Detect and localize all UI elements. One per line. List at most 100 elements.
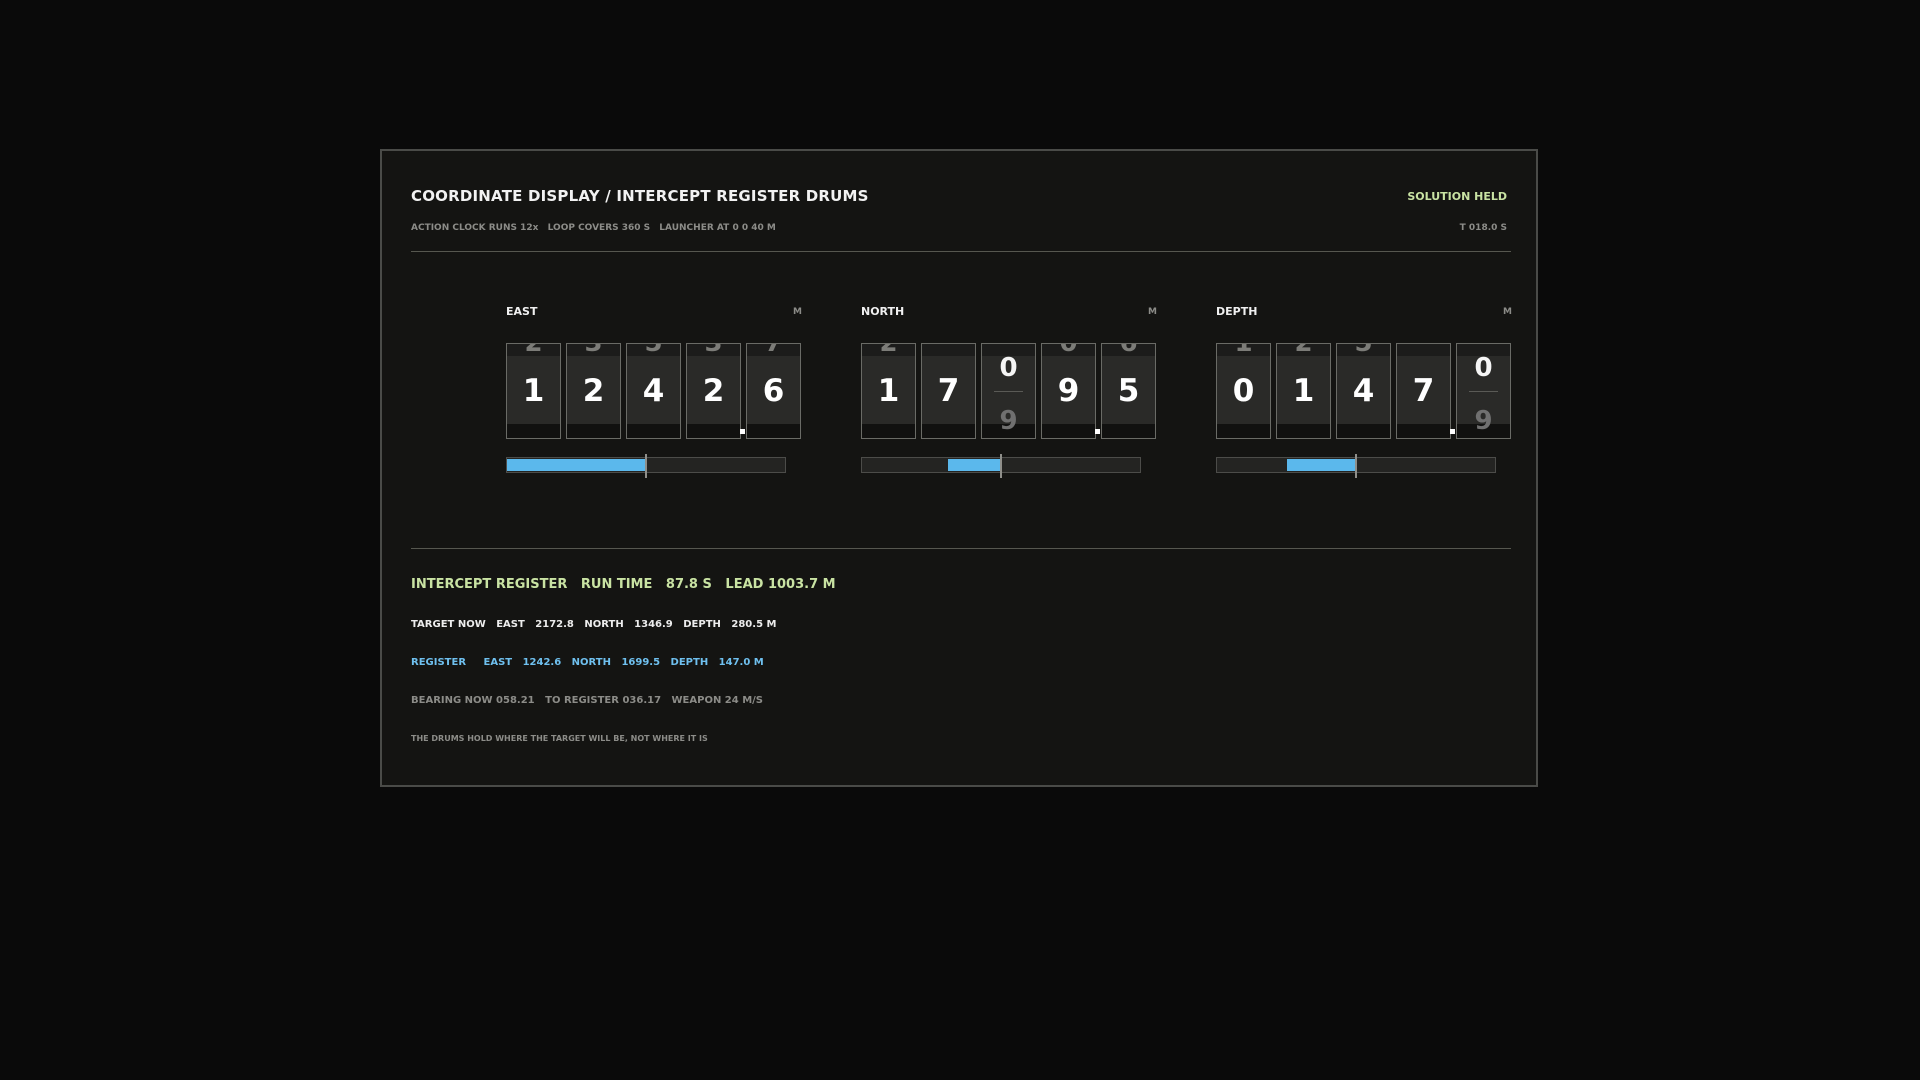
drum-digit: 0 bbox=[1232, 373, 1255, 409]
digit-drum: 32 bbox=[686, 343, 741, 439]
drum-prev-digit: 1 bbox=[1234, 343, 1253, 358]
range-bar bbox=[1216, 454, 1496, 478]
drum-digit: 5 bbox=[1117, 373, 1140, 409]
digit-drum: 09 bbox=[1041, 343, 1096, 439]
drum-carry-dot bbox=[1095, 429, 1100, 434]
axis-unit: M bbox=[793, 307, 802, 317]
digit-drum: 54 bbox=[1336, 343, 1391, 439]
range-marker bbox=[1000, 454, 1002, 478]
digit-drum: 09 bbox=[981, 343, 1036, 439]
drum-digit: 4 bbox=[1352, 373, 1375, 409]
loop-length: LOOP COVERS 360 S bbox=[547, 223, 651, 233]
range-marker bbox=[645, 454, 647, 478]
drum-prev-digit: 2 bbox=[879, 343, 898, 358]
drum-shadow bbox=[1277, 424, 1330, 438]
drum-digit: 2 bbox=[702, 373, 725, 409]
drum-carry-dot bbox=[740, 429, 745, 434]
range-bar bbox=[861, 454, 1141, 478]
north-label: NORTH bbox=[584, 619, 624, 630]
range-fill bbox=[507, 459, 646, 471]
north-label: NORTH bbox=[571, 657, 611, 668]
drum-prev-digit: 5 bbox=[1354, 343, 1373, 358]
drum-prev-digit: 3 bbox=[704, 343, 723, 358]
drum-seam bbox=[994, 391, 1023, 392]
drum-shadow bbox=[747, 424, 800, 438]
digit-drum: 7 bbox=[1396, 343, 1451, 439]
axis-depth: DEPTH M 102154709 bbox=[1216, 305, 1512, 495]
axis-label: DEPTH bbox=[1216, 305, 1258, 318]
drum-digit: 0 bbox=[999, 353, 1018, 383]
depth-label: DEPTH bbox=[683, 619, 721, 630]
east-value: 1242.6 bbox=[522, 657, 562, 668]
drum-next-digit: 9 bbox=[1474, 406, 1493, 436]
drum-shadow bbox=[1042, 424, 1095, 438]
east-value: 2172.8 bbox=[535, 619, 574, 630]
drum-shadow bbox=[627, 424, 680, 438]
digit-drum: 7 bbox=[921, 343, 976, 439]
clock-settings-line: ACTION CLOCK RUNS 12x LOOP COVERS 360 S … bbox=[411, 223, 782, 233]
launcher-position: LAUNCHER AT 0 0 40 M bbox=[659, 223, 776, 233]
bearing-now: BEARING NOW 058.21 bbox=[411, 695, 535, 706]
depth-value: 147.0 M bbox=[718, 657, 764, 668]
drum-digit: 7 bbox=[1412, 373, 1435, 409]
drum-prev-digit: 6 bbox=[1119, 343, 1138, 358]
axis-label: NORTH bbox=[861, 305, 905, 318]
drum-digit: 6 bbox=[762, 373, 785, 409]
range-bar bbox=[506, 454, 786, 478]
drum-shadow bbox=[1217, 424, 1270, 438]
digit-drum: 10 bbox=[1216, 343, 1271, 439]
run-time-label: RUN TIME bbox=[580, 577, 653, 592]
divider bbox=[411, 251, 1511, 252]
bearing-to-register: TO REGISTER 036.17 bbox=[545, 695, 662, 706]
drum-digit: 7 bbox=[937, 373, 960, 409]
coordinate-display-panel: COORDINATE DISPLAY / INTERCEPT REGISTER … bbox=[380, 149, 1538, 787]
axis-unit: M bbox=[1148, 307, 1157, 317]
page-title: COORDINATE DISPLAY / INTERCEPT REGISTER … bbox=[411, 187, 869, 205]
drum-shadow bbox=[1102, 424, 1155, 438]
intercept-register-line: INTERCEPT REGISTER RUN TIME 87.8 S LEAD … bbox=[411, 577, 845, 592]
drum-digit: 2 bbox=[582, 373, 605, 409]
east-label: EAST bbox=[496, 619, 525, 630]
digit-drum: 76 bbox=[746, 343, 801, 439]
digit-drum: 21 bbox=[506, 343, 561, 439]
drum-shadow bbox=[687, 424, 740, 438]
drum-seam bbox=[1469, 391, 1498, 392]
weapon-speed: WEAPON 24 M/S bbox=[671, 695, 763, 706]
axis-north: NORTH M 217090965 bbox=[861, 305, 1157, 495]
drum-digit: 9 bbox=[1057, 373, 1080, 409]
drum-shadow bbox=[922, 424, 975, 438]
drum-shadow bbox=[507, 424, 560, 438]
target-now-label: TARGET NOW bbox=[411, 619, 486, 630]
drum-prev-digit: 2 bbox=[524, 343, 543, 358]
drum-digit: 1 bbox=[1292, 373, 1315, 409]
drum-shadow bbox=[1397, 424, 1450, 438]
drum-next-digit: 9 bbox=[999, 406, 1018, 436]
clock-rate: ACTION CLOCK RUNS 12x bbox=[411, 223, 539, 233]
drum-prev-digit: 0 bbox=[1059, 343, 1078, 358]
time-readout: T 018.0 S bbox=[1459, 223, 1507, 233]
drum-shadow bbox=[1337, 424, 1390, 438]
drum-digit: 1 bbox=[877, 373, 900, 409]
explanatory-note: THE DRUMS HOLD WHERE THE TARGET WILL BE,… bbox=[411, 734, 708, 743]
drum-row: 217090965 bbox=[861, 343, 1157, 439]
north-value: 1346.9 bbox=[634, 619, 673, 630]
digit-drum: 65 bbox=[1101, 343, 1156, 439]
drum-prev-digit: 2 bbox=[1294, 343, 1313, 358]
run-time-value: 87.8 S bbox=[665, 577, 712, 592]
digit-drum: 21 bbox=[861, 343, 916, 439]
drum-prev-digit: 7 bbox=[764, 343, 783, 358]
range-fill bbox=[1286, 459, 1356, 471]
lead-value: LEAD 1003.7 M bbox=[725, 577, 836, 592]
solution-status: SOLUTION HELD bbox=[1407, 190, 1507, 203]
drum-digit: 1 bbox=[522, 373, 545, 409]
divider bbox=[411, 548, 1511, 549]
register-label: REGISTER bbox=[411, 657, 467, 668]
digit-drum: 21 bbox=[1276, 343, 1331, 439]
bearing-line: BEARING NOW 058.21 TO REGISTER 036.17 WE… bbox=[411, 695, 770, 706]
digit-drum: 32 bbox=[566, 343, 621, 439]
drum-carry-dot bbox=[1450, 429, 1455, 434]
drum-digit: 4 bbox=[642, 373, 665, 409]
drum-shadow bbox=[862, 424, 915, 438]
depth-label: DEPTH bbox=[670, 657, 709, 668]
drum-row: 2132543276 bbox=[506, 343, 802, 439]
